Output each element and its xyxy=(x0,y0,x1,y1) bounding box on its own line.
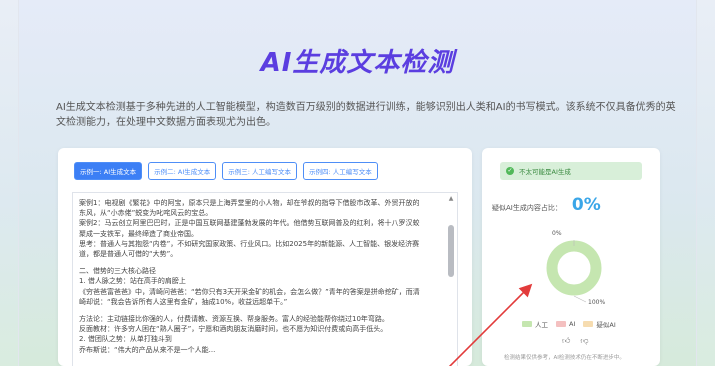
text-line: 乔布斯说：“伟大的产品从来不是一个人能... xyxy=(79,345,216,354)
legend-human[interactable]: 人工 xyxy=(522,319,548,329)
legend-human-label: 人工 xyxy=(535,321,548,329)
tab-example-3[interactable]: 示例三: 人工编写文本 xyxy=(222,162,298,180)
tab-example-4[interactable]: 示例四: 人工编写文本 xyxy=(303,162,378,180)
thumbs-up-icon[interactable]: 👍︎ xyxy=(562,336,570,346)
text-line: 思考：普通人与其抱怨“内卷”，不如研究国家政策、行业风口。比如2025年的新能源… xyxy=(79,239,420,248)
text-line: 反面教材：许多穷人困在“熟人圈子”，宁愿和酒肉朋友消磨时间，也不愿为知识付费或向… xyxy=(79,325,388,334)
donut-chart-svg xyxy=(546,240,602,303)
legend-suspected-swatch xyxy=(583,321,594,327)
donut-chart: 0% 100% xyxy=(512,216,632,316)
text-line: 东风，从“小赤佬”蜕变为叱咤风云的宝总。 xyxy=(79,209,213,218)
legend-ai-swatch xyxy=(556,321,566,327)
ratio-value: 0% xyxy=(571,195,601,215)
tab-example-1[interactable]: 示例一: AI生成文本 xyxy=(74,162,143,180)
result-badge-text: 不太可能是AI生成 xyxy=(519,168,571,176)
text-line: 2. 借团队之势：从单打独斗到 xyxy=(79,335,172,344)
scroll-thumb[interactable] xyxy=(448,225,454,277)
check-circle-icon: ✓ xyxy=(506,167,514,175)
legend-ai[interactable]: AI xyxy=(556,320,575,328)
scroll-up-icon[interactable]: ▲ xyxy=(447,195,455,203)
result-badge: ✓ 不太可能是AI生成 xyxy=(500,162,642,180)
legend-human-swatch xyxy=(522,321,532,327)
text-line xyxy=(79,307,441,314)
page-title: AI生成文本检测 xyxy=(260,48,455,78)
donut-ring-human xyxy=(546,240,602,296)
ratio-row: 疑似AI生成内容占比： 0% xyxy=(492,195,601,215)
donut-leader-bottom xyxy=(573,295,587,303)
feedback-buttons: 👍︎ 👎︎ xyxy=(562,336,589,346)
text-line: 1. 借人脉之势：站在高手的肩膀上 xyxy=(79,277,186,286)
text-line xyxy=(79,259,441,266)
input-panel: 示例一: AI生成文本 示例二: AI生成文本 示例三: 人工编写文本 示例四:… xyxy=(58,148,472,366)
donut-bottom-label: 100% xyxy=(588,299,606,306)
page-description: AI生成文本检测基于多种先进的人工智能模型，构造数百万级别的数据进行训练，能够识… xyxy=(56,102,676,128)
legend-ai-label: AI xyxy=(569,320,576,328)
text-scrollbar[interactable]: ▲ xyxy=(447,195,455,365)
text-line: 案例2：马云创立阿里巴巴时，正是中国互联网基建蓬勃发展的年代。他借势互联网普及的… xyxy=(79,219,420,228)
example-tabs: 示例一: AI生成文本 示例二: AI生成文本 示例三: 人工编写文本 示例四:… xyxy=(74,162,378,180)
donut-top-label: 0% xyxy=(552,230,562,237)
text-line: 《穷爸爸富爸爸》中，清崎问爸爸：“若你只有3天开采金矿的机会，会怎么做？”青年的… xyxy=(79,287,420,296)
legend-suspected-label: 疑似AI xyxy=(596,321,616,329)
text-line: 案例1：电视剧《繁花》中的阿宝，原本只是上海弄堂里的小人物，却在爷叔的指导下借股… xyxy=(79,199,420,207)
result-panel: ✓ 不太可能是AI生成 疑似AI生成内容占比： 0% 0% 100% 人工 AI… xyxy=(482,148,660,366)
chart-legend: 人工 AI 疑似AI xyxy=(522,319,616,329)
text-line: 二、借势的三大核心路径 xyxy=(79,267,156,276)
text-line: 道，都是普通人可借的“大势”。 xyxy=(79,250,178,259)
thumbs-down-icon[interactable]: 👎︎ xyxy=(580,336,588,346)
text-line: 方法论：主动链接比你强的人，付费请教、资源互换、帮身服务。富人的经验能帮你绕过1… xyxy=(79,315,389,324)
text-line: 崎却说：“我会告诉所有人这里有金矿，抽成10%，收益远超单干。” xyxy=(79,297,288,306)
tab-example-2[interactable]: 示例二: AI生成文本 xyxy=(148,162,217,180)
disclaimer-note: 检测结果仅供参考，AI检测技术仍在不断进步中。 xyxy=(504,355,625,361)
text-input-area[interactable]: 案例1：电视剧《繁花》中的阿宝，原本只是上海弄堂里的小人物，却在爷叔的指导下借股… xyxy=(72,192,458,366)
ratio-label: 疑似AI生成内容占比： xyxy=(492,204,562,212)
legend-suspected-ai[interactable]: 疑似AI xyxy=(583,319,616,329)
text-line: 聚成一支铁军，最终缔造了商业帝国。 xyxy=(79,229,198,238)
